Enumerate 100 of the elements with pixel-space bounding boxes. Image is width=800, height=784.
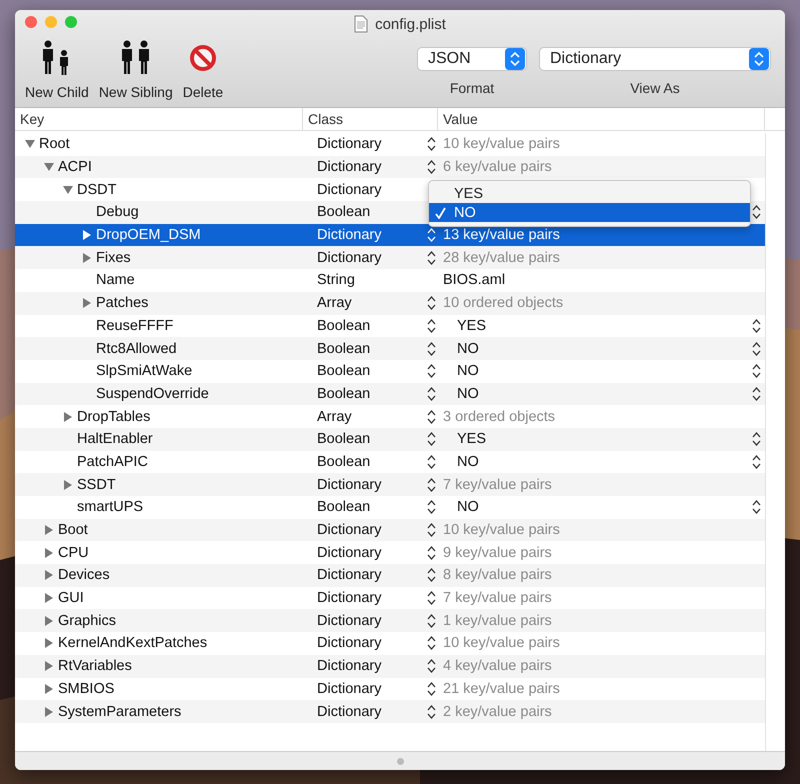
close-button[interactable]: [25, 16, 37, 28]
updown-icon[interactable]: [427, 364, 436, 378]
tree-row[interactable]: ReuseFFFF Boolean YES: [15, 314, 765, 338]
class-text: Boolean: [317, 431, 370, 448]
collapsed-triangle-icon[interactable]: [44, 684, 54, 694]
tree-row[interactable]: Fixes Dictionary 28 key/value pairs: [15, 246, 765, 270]
menu-item[interactable]: YES: [429, 184, 750, 204]
updown-icon[interactable]: [427, 546, 436, 560]
updown-icon[interactable]: [752, 318, 761, 333]
updown-icon[interactable]: [427, 500, 436, 514]
value-text: NO: [456, 386, 479, 402]
collapsed-triangle-icon[interactable]: [44, 593, 54, 604]
tree-row[interactable]: DropOEM_DSM Dictionary 13 key/value pairs: [15, 224, 765, 246]
column-header[interactable]: Class: [303, 108, 438, 130]
view-as-popup[interactable]: Dictionary: [539, 47, 771, 71]
updown-icon[interactable]: [427, 160, 436, 174]
updown-icon[interactable]: [427, 704, 436, 719]
updown-icon[interactable]: [752, 386, 761, 401]
collapsed-triangle-icon[interactable]: [63, 480, 73, 490]
updown-icon[interactable]: [752, 364, 761, 378]
updown-icon[interactable]: [427, 432, 436, 446]
updown-icon[interactable]: [427, 342, 436, 356]
tree-row[interactable]: Rtc8Allowed Boolean NO: [15, 337, 765, 360]
updown-icon[interactable]: [427, 318, 436, 333]
collapsed-triangle-icon[interactable]: [44, 661, 54, 672]
format-popup[interactable]: JSON: [417, 47, 527, 71]
key-text: RtVariables: [58, 658, 132, 674]
tree-row[interactable]: Devices Dictionary 8 key/value pairs: [15, 564, 765, 587]
key-text: smartUPS: [77, 499, 144, 516]
collapsed-triangle-icon[interactable]: [44, 706, 54, 717]
expanded-triangle-icon[interactable]: [44, 162, 54, 172]
toolbar-button[interactable]: New Sibling: [96, 40, 175, 100]
updown-icon[interactable]: [427, 682, 436, 696]
value-text: 8 key/value pairs: [443, 567, 552, 584]
collapsed-triangle-icon[interactable]: [82, 298, 92, 308]
updown-icon[interactable]: [427, 568, 436, 582]
updown-icon[interactable]: [427, 250, 436, 265]
updown-icon[interactable]: [427, 636, 436, 650]
updown-icon[interactable]: [427, 659, 436, 674]
tree-row[interactable]: Boot Dictionary 10 key/value pairs: [15, 518, 765, 542]
updown-icon[interactable]: [427, 137, 436, 152]
collapsed-triangle-icon[interactable]: [44, 570, 54, 580]
key-text: HaltEnabler: [77, 431, 153, 448]
class-text: Dictionary: [317, 136, 382, 152]
updown-icon[interactable]: [752, 342, 761, 356]
checkmark-icon: [435, 206, 446, 219]
tree-row[interactable]: HaltEnabler Boolean YES: [15, 428, 765, 451]
updown-icon[interactable]: [427, 454, 436, 469]
expanded-triangle-icon[interactable]: [25, 139, 35, 150]
column-header[interactable]: Value: [438, 108, 765, 130]
class-text: Array: [317, 408, 352, 425]
class-text: Dictionary: [317, 159, 382, 176]
value-text: NO: [456, 499, 479, 516]
key-text: CPU: [58, 544, 89, 561]
tree-row[interactable]: PatchAPIC Boolean NO: [15, 450, 765, 474]
column-header[interactable]: Key: [15, 108, 303, 130]
collapsed-triangle-icon[interactable]: [44, 616, 54, 626]
value-text: 10 key/value pairs: [443, 136, 560, 152]
updown-icon[interactable]: [427, 591, 436, 606]
updown-icon: [749, 48, 769, 70]
class-text: Dictionary: [317, 590, 382, 606]
class-text: Boolean: [317, 386, 370, 402]
tree-row[interactable]: Patches Array 10 ordered objects: [15, 292, 765, 314]
value-text: BIOS.aml: [443, 272, 506, 288]
updown-icon[interactable]: [427, 523, 436, 538]
tree-row[interactable]: RtVariables Dictionary 4 key/value pairs: [15, 654, 765, 678]
updown-icon[interactable]: [427, 614, 436, 628]
collapsed-triangle-icon[interactable]: [44, 525, 54, 536]
collapsed-triangle-icon[interactable]: [63, 412, 73, 422]
resize-grip-icon[interactable]: [396, 758, 404, 764]
expanded-triangle-icon[interactable]: [63, 184, 73, 195]
updown-icon[interactable]: [427, 410, 436, 424]
key-text: SlpSmiAtWake: [96, 363, 192, 380]
tree-row[interactable]: SMBIOS Dictionary 21 key/value pairs: [15, 678, 765, 700]
menu-item[interactable]: NO: [429, 203, 750, 222]
updown-icon[interactable]: [427, 386, 436, 401]
class-text: Boolean: [317, 318, 370, 334]
collapsed-triangle-icon[interactable]: [44, 638, 54, 648]
tree-row[interactable]: Graphics Dictionary 1 key/value pairs: [15, 609, 765, 632]
collapsed-triangle-icon[interactable]: [82, 230, 92, 240]
tree-row[interactable]: SSDT Dictionary 7 key/value pairs: [15, 473, 765, 496]
toolbar-button[interactable]: New Child: [23, 40, 91, 100]
tree-row[interactable]: SystemParameters Dictionary 2 key/value pairs: [15, 700, 765, 723]
tree-row[interactable]: ACPI Dictionary 6 key/value pairs: [15, 156, 765, 178]
collapsed-triangle-icon[interactable]: [44, 548, 54, 558]
updown-icon[interactable]: [752, 454, 761, 469]
updown-icon[interactable]: [427, 478, 436, 492]
class-text: Dictionary: [317, 522, 382, 538]
value-text: 3 ordered objects: [443, 408, 556, 425]
class-text: Array: [317, 295, 352, 312]
updown-icon[interactable]: [427, 296, 436, 310]
value-text: NO: [456, 363, 479, 380]
updown-icon[interactable]: [752, 500, 761, 514]
value-text: 1 key/value pairs: [443, 612, 552, 629]
updown-icon[interactable]: [752, 432, 761, 446]
class-text: Dictionary: [317, 680, 382, 697]
updown-icon[interactable]: [752, 205, 761, 220]
tree-row[interactable]: SuspendOverride Boolean NO: [15, 382, 765, 406]
toolbar-button[interactable]: Delete: [180, 40, 226, 100]
collapsed-triangle-icon[interactable]: [82, 252, 92, 263]
